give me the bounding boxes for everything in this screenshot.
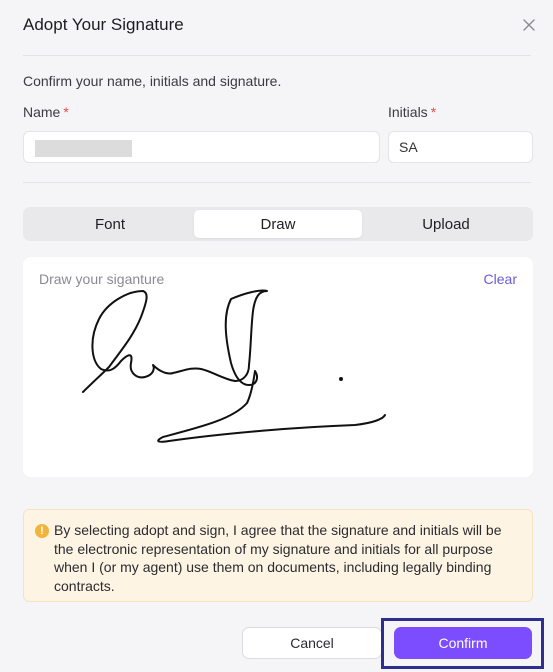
notice-text: By selecting adopt and sign, I agree tha…: [54, 522, 502, 594]
cancel-button[interactable]: Cancel: [242, 627, 382, 659]
required-mark: *: [63, 104, 69, 120]
initials-label-text: Initials: [388, 104, 428, 120]
initials-field[interactable]: SA: [388, 131, 533, 163]
form-divider: [23, 182, 531, 183]
redacted-name: [35, 140, 132, 157]
warning-icon: !: [35, 524, 49, 538]
dialog-title: Adopt Your Signature: [23, 15, 184, 34]
close-icon[interactable]: [518, 14, 540, 36]
drawn-signature: [82, 289, 386, 443]
tab-font[interactable]: Font: [26, 210, 194, 238]
dialog-subtitle: Confirm your name, initials and signatur…: [23, 73, 282, 89]
signature-pad[interactable]: Draw your siganture Clear: [23, 257, 533, 477]
initials-label: Initials *: [388, 104, 436, 120]
adopt-signature-dialog: Adopt Your Signature Confirm your name, …: [0, 0, 553, 672]
initials-value: SA: [399, 139, 418, 155]
legal-notice: ! By selecting adopt and sign, I agree t…: [23, 509, 533, 602]
signature-mode-tabs: Font Draw Upload: [23, 207, 533, 241]
tab-upload[interactable]: Upload: [362, 210, 530, 238]
confirm-highlight-frame: [381, 618, 544, 669]
name-label-text: Name: [23, 104, 61, 120]
required-mark: *: [430, 104, 437, 120]
header-divider: [23, 55, 531, 56]
name-label: Name *: [23, 104, 69, 120]
tab-draw[interactable]: Draw: [194, 210, 362, 238]
name-field[interactable]: [23, 131, 380, 163]
